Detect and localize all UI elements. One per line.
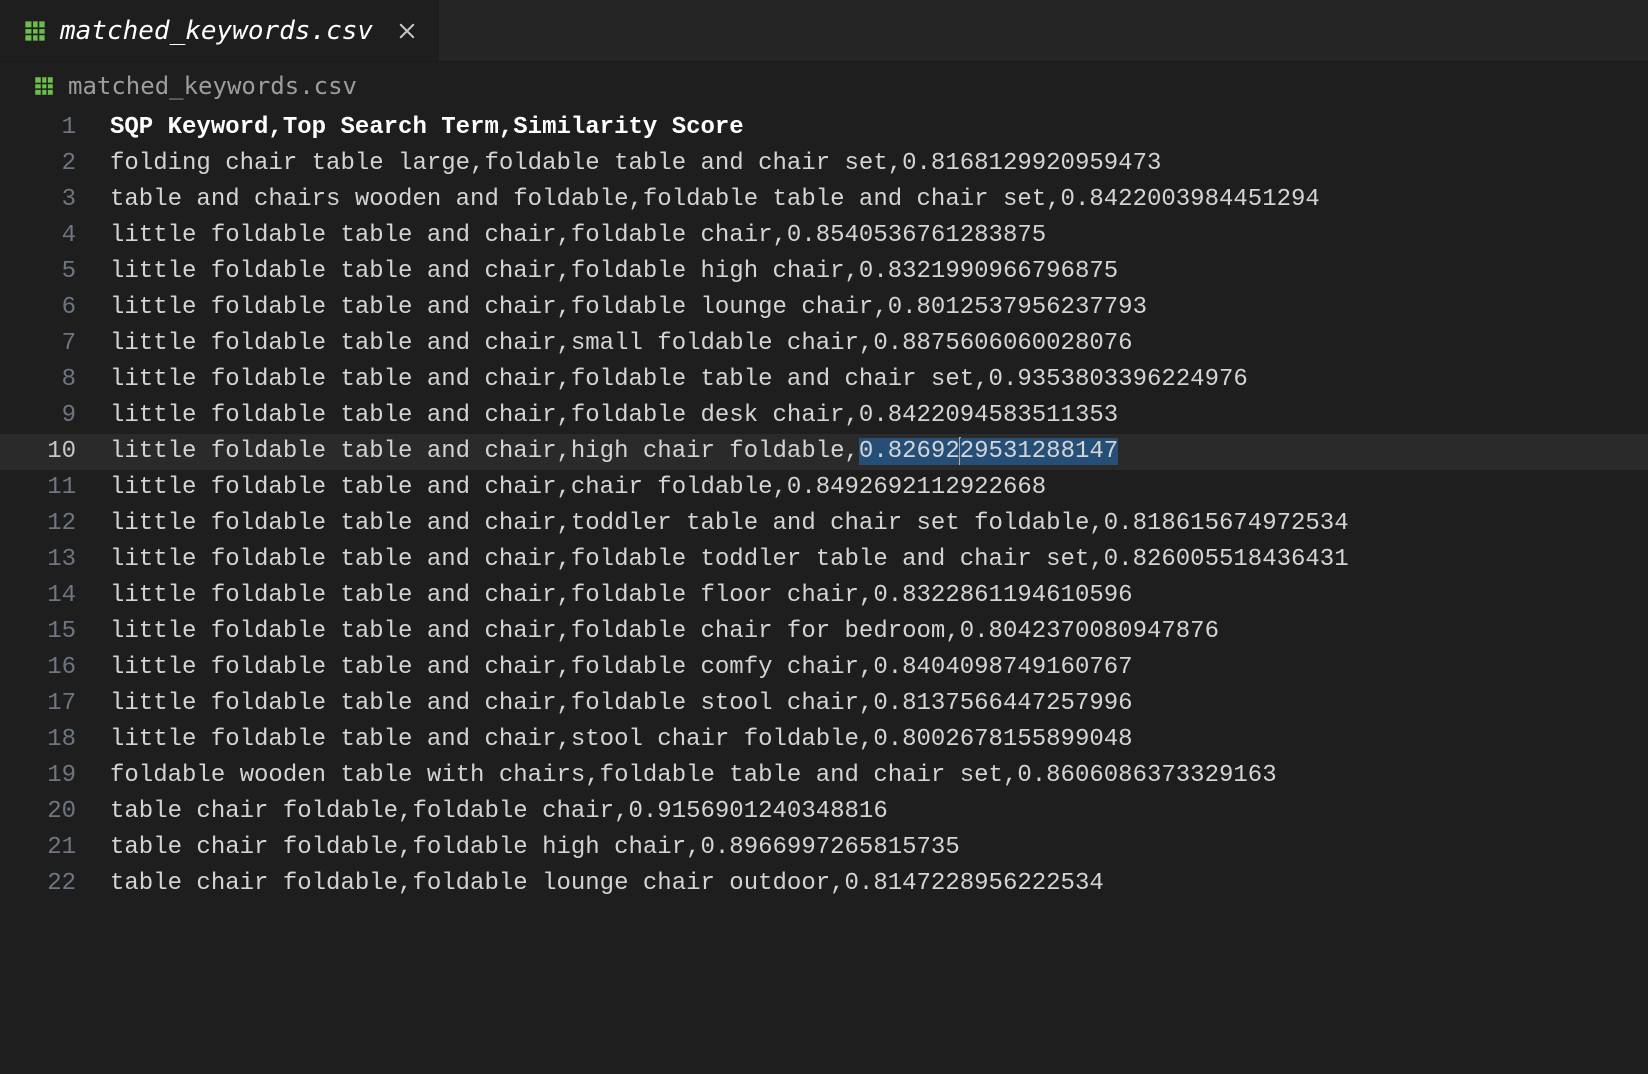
line-content[interactable]: SQP Keyword,Top Search Term,Similarity S…	[110, 110, 1648, 146]
editor-line[interactable]: 11little foldable table and chair,chair …	[0, 470, 1648, 506]
line-number: 19	[0, 758, 110, 794]
line-number: 8	[0, 362, 110, 398]
line-content[interactable]: little foldable table and chair,foldable…	[110, 614, 1648, 650]
editor-line[interactable]: 18little foldable table and chair,stool …	[0, 722, 1648, 758]
line-content[interactable]: table chair foldable,foldable lounge cha…	[110, 866, 1648, 902]
editor-line[interactable]: 15little foldable table and chair,foldab…	[0, 614, 1648, 650]
editor-line[interactable]: 17little foldable table and chair,foldab…	[0, 686, 1648, 722]
line-number: 21	[0, 830, 110, 866]
line-content[interactable]: little foldable table and chair,foldable…	[110, 578, 1648, 614]
table-icon	[24, 20, 46, 42]
line-content[interactable]: table chair foldable,foldable chair,0.91…	[110, 794, 1648, 830]
tab-label: matched_keywords.csv	[60, 16, 373, 46]
line-content[interactable]: little foldable table and chair,foldable…	[110, 218, 1648, 254]
line-content[interactable]: table chair foldable,foldable high chair…	[110, 830, 1648, 866]
line-content[interactable]: little foldable table and chair,chair fo…	[110, 470, 1648, 506]
close-icon[interactable]	[393, 17, 421, 45]
line-content[interactable]: foldable wooden table with chairs,foldab…	[110, 758, 1648, 794]
line-content[interactable]: table and chairs wooden and foldable,fol…	[110, 182, 1648, 218]
breadcrumb-filename: matched_keywords.csv	[68, 72, 357, 100]
editor-line[interactable]: 7little foldable table and chair,small f…	[0, 326, 1648, 362]
line-content[interactable]: little foldable table and chair,foldable…	[110, 398, 1648, 434]
line-content[interactable]: little foldable table and chair,high cha…	[110, 434, 1648, 470]
line-content[interactable]: little foldable table and chair,foldable…	[110, 254, 1648, 290]
line-number: 11	[0, 470, 110, 506]
line-content[interactable]: little foldable table and chair,stool ch…	[110, 722, 1648, 758]
editor-line[interactable]: 12little foldable table and chair,toddle…	[0, 506, 1648, 542]
line-number: 10	[0, 434, 110, 470]
line-content[interactable]: folding chair table large,foldable table…	[110, 146, 1648, 182]
line-number: 5	[0, 254, 110, 290]
line-number: 9	[0, 398, 110, 434]
editor-line[interactable]: 2folding chair table large,foldable tabl…	[0, 146, 1648, 182]
line-number: 16	[0, 650, 110, 686]
line-content[interactable]: little foldable table and chair,foldable…	[110, 542, 1648, 578]
line-number: 17	[0, 686, 110, 722]
line-number: 3	[0, 182, 110, 218]
line-number: 22	[0, 866, 110, 902]
editor-line[interactable]: 3table and chairs wooden and foldable,fo…	[0, 182, 1648, 218]
line-number: 15	[0, 614, 110, 650]
line-number: 7	[0, 326, 110, 362]
line-number: 4	[0, 218, 110, 254]
line-number: 13	[0, 542, 110, 578]
line-number: 18	[0, 722, 110, 758]
editor-area[interactable]: 1SQP Keyword,Top Search Term,Similarity …	[0, 110, 1648, 902]
line-content[interactable]: little foldable table and chair,small fo…	[110, 326, 1648, 362]
line-content[interactable]: little foldable table and chair,foldable…	[110, 650, 1648, 686]
line-number: 20	[0, 794, 110, 830]
line-content[interactable]: little foldable table and chair,foldable…	[110, 362, 1648, 398]
editor-line[interactable]: 22table chair foldable,foldable lounge c…	[0, 866, 1648, 902]
editor-line[interactable]: 8little foldable table and chair,foldabl…	[0, 362, 1648, 398]
editor-line[interactable]: 1SQP Keyword,Top Search Term,Similarity …	[0, 110, 1648, 146]
line-number: 12	[0, 506, 110, 542]
editor-line[interactable]: 16little foldable table and chair,foldab…	[0, 650, 1648, 686]
line-number: 14	[0, 578, 110, 614]
line-number: 2	[0, 146, 110, 182]
line-content[interactable]: little foldable table and chair,foldable…	[110, 686, 1648, 722]
tab-bar: matched_keywords.csv	[0, 0, 1648, 62]
editor-line[interactable]: 21table chair foldable,foldable high cha…	[0, 830, 1648, 866]
editor-line[interactable]: 10little foldable table and chair,high c…	[0, 434, 1648, 470]
line-content[interactable]: little foldable table and chair,foldable…	[110, 290, 1648, 326]
editor-line[interactable]: 13little foldable table and chair,foldab…	[0, 542, 1648, 578]
editor-line[interactable]: 6little foldable table and chair,foldabl…	[0, 290, 1648, 326]
editor-line[interactable]: 4little foldable table and chair,foldabl…	[0, 218, 1648, 254]
line-number: 6	[0, 290, 110, 326]
editor-line[interactable]: 5little foldable table and chair,foldabl…	[0, 254, 1648, 290]
editor-line[interactable]: 19foldable wooden table with chairs,fold…	[0, 758, 1648, 794]
breadcrumb[interactable]: matched_keywords.csv	[0, 62, 1648, 110]
tab-matched-keywords[interactable]: matched_keywords.csv	[0, 0, 440, 61]
line-number: 1	[0, 110, 110, 146]
editor-line[interactable]: 14little foldable table and chair,foldab…	[0, 578, 1648, 614]
table-icon	[34, 76, 54, 96]
editor-line[interactable]: 9little foldable table and chair,foldabl…	[0, 398, 1648, 434]
line-content[interactable]: little foldable table and chair,toddler …	[110, 506, 1648, 542]
editor-line[interactable]: 20table chair foldable,foldable chair,0.…	[0, 794, 1648, 830]
